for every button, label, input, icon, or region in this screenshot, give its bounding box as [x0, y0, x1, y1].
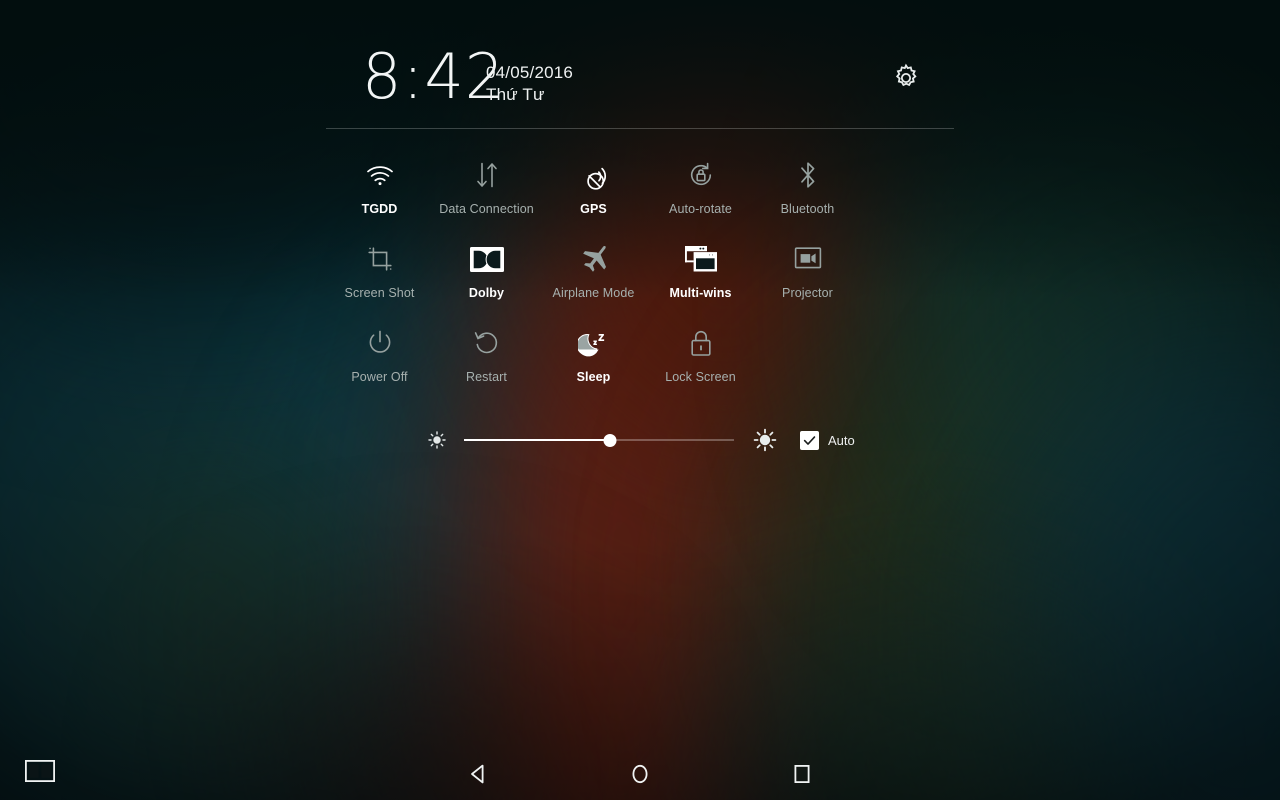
weekday-text: Thứ Tư: [486, 85, 545, 104]
tile-screen-shot[interactable]: Screen Shot: [326, 238, 433, 322]
tile-label: Lock Screen: [665, 370, 736, 384]
brightness-high-icon: [750, 425, 780, 455]
date-block: 04/05/2016 Thứ Tư: [486, 62, 573, 106]
tile-lock-screen[interactable]: Lock Screen: [647, 322, 754, 406]
slider-fill: [464, 439, 610, 441]
padlock-icon: [679, 322, 723, 364]
tile-restart[interactable]: Restart: [433, 322, 540, 406]
tile-auto-rotate[interactable]: Auto-rotate: [647, 154, 754, 238]
tile-label: Power Off: [351, 370, 408, 384]
slider-thumb[interactable]: [603, 434, 617, 447]
airplane-icon: [572, 238, 616, 280]
tile-label: Bluetooth: [780, 202, 835, 216]
data-arrows-icon: [465, 154, 509, 196]
home-circle-icon[interactable]: [559, 748, 721, 800]
checkmark-icon: [803, 435, 816, 445]
tile-label: Multi-wins: [669, 286, 732, 300]
rotate-lock-icon: [679, 154, 723, 196]
tile-airplane-mode[interactable]: Airplane Mode: [540, 238, 647, 322]
windows-icon: [679, 238, 723, 280]
dolby-icon: [465, 238, 509, 280]
tile-gps[interactable]: GPS: [540, 154, 647, 238]
tile-label: Restart: [466, 370, 507, 384]
brightness-slider[interactable]: [464, 430, 734, 450]
tile-label: Dolby: [468, 286, 505, 300]
header-divider: [326, 128, 954, 129]
crop-icon: [358, 238, 402, 280]
recents-square-icon[interactable]: [721, 748, 883, 800]
tile-row: TGDD Data Connection GPS Auto-rotate Blu…: [326, 154, 954, 238]
back-triangle-icon[interactable]: [397, 748, 559, 800]
power-icon: [358, 322, 402, 364]
tile-sleep[interactable]: Z z Sleep: [540, 322, 647, 406]
tile-data-connection[interactable]: Data Connection: [433, 154, 540, 238]
auto-label: Auto: [828, 432, 855, 448]
wifi-icon: [358, 154, 402, 196]
moon-zzz-icon: Z z: [572, 322, 616, 364]
satellite-icon: [572, 154, 616, 196]
navigation-bar: [0, 748, 1280, 800]
tile-dolby[interactable]: Dolby: [433, 238, 540, 322]
svg-text:z: z: [593, 340, 596, 347]
checkbox-box[interactable]: [800, 430, 819, 450]
projector-icon: [786, 238, 830, 280]
nav-center-group: [0, 748, 1280, 800]
restart-icon: [465, 322, 509, 364]
date-text: 04/05/2016: [486, 63, 574, 82]
tile-label: TGDD: [361, 202, 398, 216]
bluetooth-icon: [786, 154, 830, 196]
tile-bluetooth[interactable]: Bluetooth: [754, 154, 861, 238]
tile-label: Screen Shot: [344, 286, 415, 300]
tile-tgdd-wifi[interactable]: TGDD: [326, 154, 433, 238]
clock-time: 8:42: [362, 40, 506, 113]
tile-row: Power Off Restart Z z Sleep Lock Screen: [326, 322, 954, 406]
brightness-low-icon: [424, 427, 450, 453]
auto-brightness-checkbox[interactable]: Auto: [800, 430, 855, 450]
tile-label: Projector: [782, 286, 833, 300]
panel-header: 8:42 04/05/2016 Thứ Tư: [326, 0, 954, 129]
tile-label: Auto-rotate: [669, 202, 732, 216]
tile-power-off[interactable]: Power Off: [326, 322, 433, 406]
gear-icon[interactable]: [890, 62, 922, 94]
tile-projector[interactable]: Projector: [754, 238, 861, 322]
tile-label: GPS: [580, 202, 607, 216]
tile-multi-wins[interactable]: Multi-wins: [647, 238, 754, 322]
svg-text:Z: Z: [598, 333, 603, 343]
tile-label: Airplane Mode: [552, 286, 635, 300]
brightness-row: Auto: [326, 420, 954, 460]
tile-label: Data Connection: [439, 202, 534, 216]
tile-label: Sleep: [576, 370, 611, 384]
tile-row: Screen Shot Dolby Airplane Mode Multi-wi…: [326, 238, 954, 322]
quick-settings-panel: 8:42 04/05/2016 Thứ Tư TGDD Data Connect…: [326, 0, 954, 460]
tiles-grid: TGDD Data Connection GPS Auto-rotate Blu…: [326, 128, 954, 406]
